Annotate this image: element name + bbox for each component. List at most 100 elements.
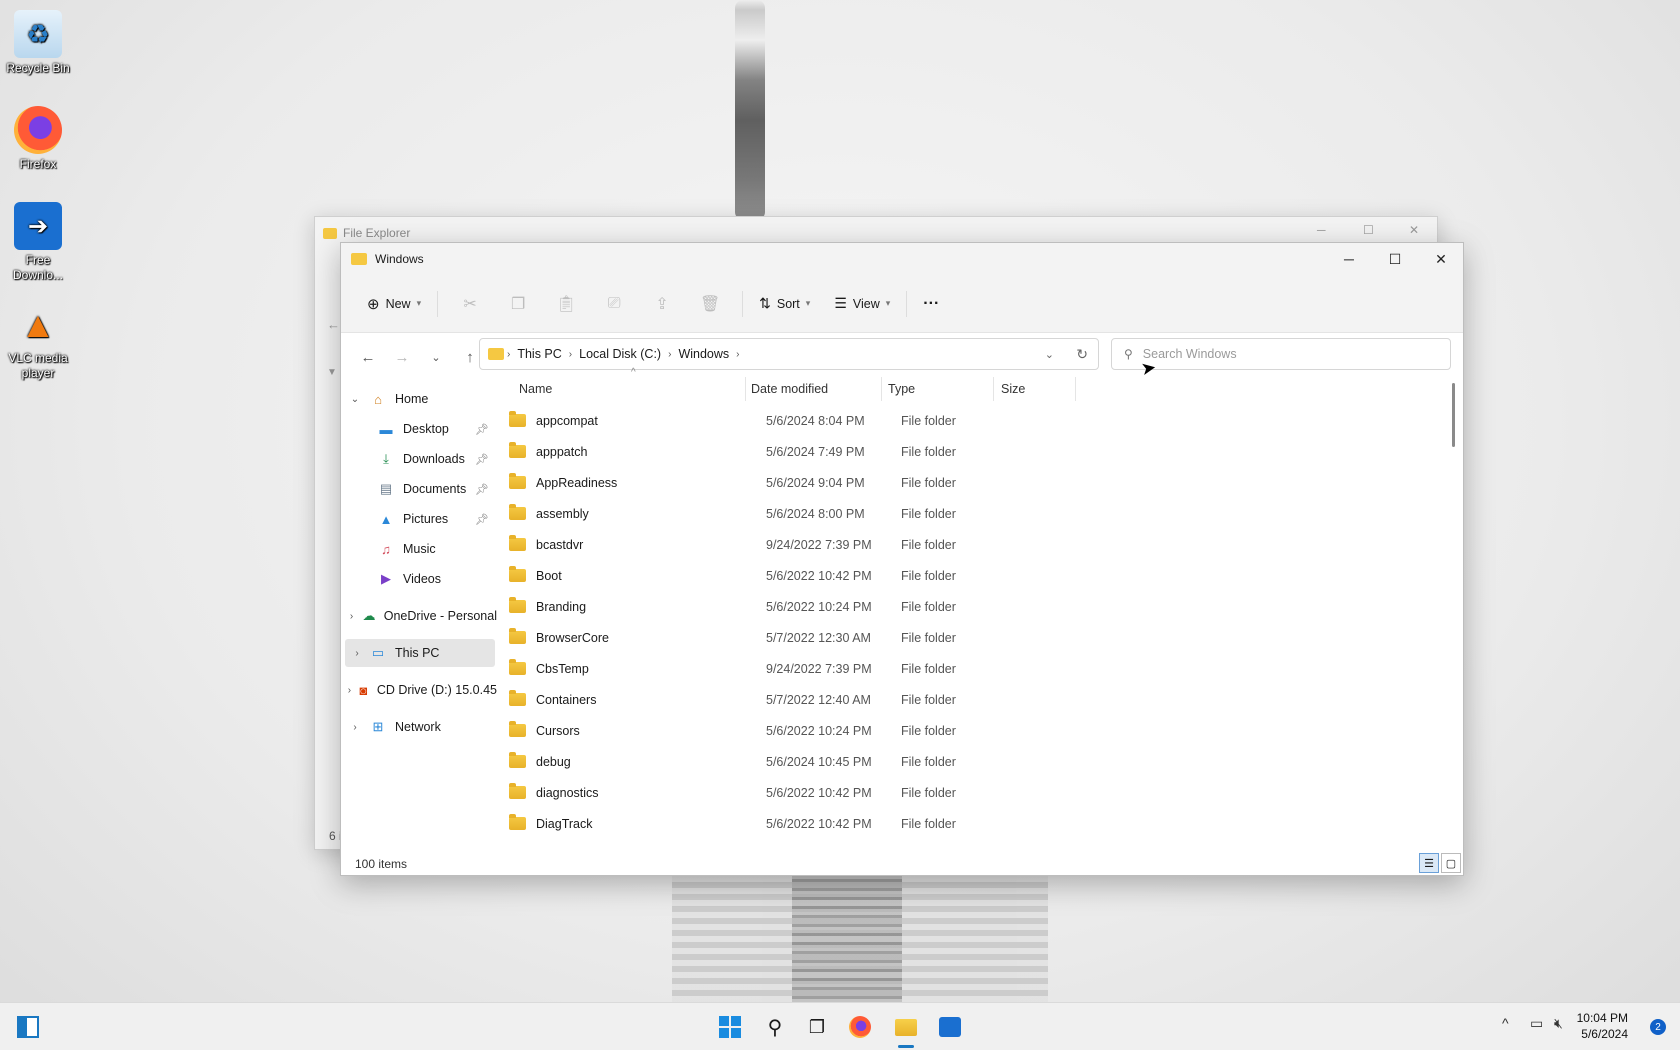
search-button[interactable]: ⚲ xyxy=(761,1013,789,1041)
widgets-icon xyxy=(17,1016,39,1038)
column-divider[interactable] xyxy=(1075,377,1076,401)
taskbar-firefox[interactable] xyxy=(846,1013,874,1041)
minimize-button[interactable]: ─ xyxy=(1326,243,1372,275)
file-row[interactable]: AppReadiness 5/6/2024 9:04 PM File folder xyxy=(501,467,1061,498)
desktop-icon-vlc[interactable]: ▲ VLC media player xyxy=(4,300,72,381)
file-date-modified: 5/6/2024 7:49 PM xyxy=(766,444,865,459)
file-row[interactable]: assembly 5/6/2024 8:00 PM File folder xyxy=(501,498,1061,529)
search-box[interactable]: ⚲ xyxy=(1111,338,1451,370)
view-button[interactable]: ☰ View ▾ xyxy=(826,289,898,318)
file-row[interactable]: BrowserCore 5/7/2022 12:30 AM File folder xyxy=(501,622,1061,653)
videos-icon: ▶ xyxy=(381,571,391,586)
share-button[interactable]: ⇪ xyxy=(638,288,686,320)
file-row[interactable]: debug 5/6/2024 10:45 PM File folder xyxy=(501,746,1061,777)
network-icon: ⊞ xyxy=(372,719,384,734)
close-button[interactable]: ✕ xyxy=(1418,243,1464,275)
column-divider[interactable] xyxy=(993,377,994,401)
breadcrumb-windows[interactable]: Windows xyxy=(678,347,729,361)
start-button[interactable] xyxy=(716,1013,744,1041)
address-bar[interactable]: › This PC › Local Disk (C:) › Windows › … xyxy=(479,338,1099,370)
breadcrumb-local-disk[interactable]: Local Disk (C:) xyxy=(579,347,661,361)
chevron-right-icon[interactable]: › xyxy=(345,648,369,659)
navigation-pane: ⌄ ⌂ Home ▬ Desktop 📌︎ ⤓ Downloads 📌︎ ▤ D… xyxy=(341,385,497,847)
vertical-scrollbar[interactable] xyxy=(1452,383,1455,447)
back-button[interactable]: ← xyxy=(351,349,385,366)
rename-button[interactable]: ⎚ xyxy=(590,289,638,319)
status-item-count: 100 items xyxy=(355,857,408,871)
widgets-button[interactable] xyxy=(14,1013,42,1041)
file-row[interactable]: bcastdvr 9/24/2022 7:39 PM File folder xyxy=(501,529,1061,560)
background-close-button[interactable]: ✕ xyxy=(1409,223,1419,237)
sidebar-item-network[interactable]: › ⊞ Network xyxy=(341,713,497,741)
search-icon: ⚲ xyxy=(1124,347,1133,361)
chevron-right-icon[interactable]: › xyxy=(341,722,369,733)
chevron-down-icon[interactable]: ⌄ xyxy=(341,394,369,405)
sidebar-item-documents[interactable]: ▤ Documents 📌︎ xyxy=(341,475,497,503)
taskbar-file-explorer[interactable] xyxy=(892,1013,920,1041)
network-status-icon[interactable]: ▭ xyxy=(1530,1015,1543,1032)
sidebar-item-cd-drive[interactable]: › ◙ CD Drive (D:) 15.0.45 xyxy=(341,676,497,704)
file-row[interactable]: Boot 5/6/2022 10:42 PM File folder xyxy=(501,560,1061,591)
new-button[interactable]: ⊕ New ▾ xyxy=(359,289,429,319)
column-header-date[interactable]: Date modified xyxy=(751,373,828,405)
file-name: AppReadiness xyxy=(536,475,618,490)
forward-button[interactable]: → xyxy=(385,349,419,366)
column-header-type[interactable]: Type xyxy=(888,373,915,405)
sidebar-item-this-pc[interactable]: › ▭ This PC xyxy=(345,639,495,667)
task-view-button[interactable]: ❐ xyxy=(803,1013,831,1041)
column-header-name[interactable]: Name xyxy=(519,373,552,405)
delete-button[interactable]: 🗑︎ xyxy=(686,288,734,320)
sort-button[interactable]: ⇅ Sort ▾ xyxy=(751,289,818,318)
chevron-down-icon: ▾ xyxy=(885,298,891,308)
desktop-icon-firefox[interactable]: Firefox xyxy=(4,106,72,172)
this-pc-icon: ▭ xyxy=(371,645,385,660)
file-row[interactable]: DiagTrack 5/6/2022 10:42 PM File folder xyxy=(501,808,1061,839)
sidebar-item-desktop[interactable]: ▬ Desktop 📌︎ xyxy=(341,415,497,443)
paste-button[interactable]: 📋︎ xyxy=(542,288,590,320)
file-name: bcastdvr xyxy=(536,537,584,552)
file-row[interactable]: Branding 5/6/2022 10:24 PM File folder xyxy=(501,591,1061,622)
notification-badge[interactable]: 2 xyxy=(1650,1019,1666,1035)
desktop-icon-free-download-manager[interactable]: ➔ Free Downlo... xyxy=(4,202,72,283)
sidebar-item-pictures[interactable]: ▲ Pictures 📌︎ xyxy=(341,505,497,533)
sidebar-item-home[interactable]: ⌄ ⌂ Home xyxy=(341,385,497,413)
column-header-size[interactable]: Size xyxy=(1001,373,1025,405)
column-divider[interactable] xyxy=(745,377,746,401)
cut-button[interactable]: ✂ xyxy=(446,288,494,320)
explorer-window[interactable]: Windows ─ ☐ ✕ ⊕ New ▾ ✂ ❐ 📋︎ ⎚ ⇪ 🗑︎ ⇅ So… xyxy=(340,242,1464,876)
breadcrumb-this-pc[interactable]: This PC xyxy=(517,347,561,361)
chevron-right-icon[interactable]: › xyxy=(341,611,362,622)
file-row[interactable]: apppatch 5/6/2024 7:49 PM File folder xyxy=(501,436,1061,467)
see-more-button[interactable]: ··· xyxy=(915,289,947,319)
file-row[interactable]: appcompat 5/6/2024 8:04 PM File folder xyxy=(501,405,1061,436)
refresh-button[interactable]: ↻ xyxy=(1076,346,1088,363)
file-type: File folder xyxy=(901,413,956,428)
file-row[interactable]: diagnostics 5/6/2022 10:42 PM File folder xyxy=(501,777,1061,808)
sidebar-item-downloads[interactable]: ⤓ Downloads 📌︎ xyxy=(341,445,497,473)
task-view-icon: ❐ xyxy=(808,1016,826,1037)
file-row[interactable]: CbsTemp 9/24/2022 7:39 PM File folder xyxy=(501,653,1061,684)
desktop-icon-recycle-bin[interactable]: ♻ Recycle Bin xyxy=(4,10,72,76)
sidebar-item-onedrive[interactable]: › ☁ OneDrive - Personal xyxy=(341,602,497,630)
sidebar-item-videos[interactable]: ▶ Videos xyxy=(341,565,497,593)
chevron-right-icon[interactable]: › xyxy=(341,685,358,696)
volume-muted-icon[interactable]: 🔇︎ xyxy=(1554,1015,1563,1032)
sidebar-item-music[interactable]: ♫ Music xyxy=(341,535,497,563)
file-row[interactable]: Containers 5/7/2022 12:40 AM File folder xyxy=(501,684,1061,715)
window-titlebar[interactable]: Windows xyxy=(341,243,1463,275)
pin-icon: 📌︎ xyxy=(475,513,489,526)
column-divider[interactable] xyxy=(881,377,882,401)
file-row[interactable]: Cursors 5/6/2022 10:24 PM File folder xyxy=(501,715,1061,746)
address-history-dropdown[interactable]: ⌄ xyxy=(1045,348,1054,361)
show-hidden-icons-button[interactable]: ^ xyxy=(1502,1015,1509,1031)
copy-button[interactable]: ❐ xyxy=(494,288,542,320)
taskbar-microsoft-store[interactable] xyxy=(936,1013,964,1041)
tiles-view-button[interactable]: ▢ xyxy=(1441,853,1461,873)
search-input[interactable] xyxy=(1142,347,1423,361)
maximize-button[interactable]: ☐ xyxy=(1372,243,1418,275)
details-view-button[interactable]: ☰ xyxy=(1419,853,1439,873)
background-maximize-button[interactable]: ☐ xyxy=(1363,223,1374,237)
recent-locations-button[interactable]: ⌄ xyxy=(419,351,453,364)
background-minimize-button[interactable]: ─ xyxy=(1317,223,1326,237)
taskbar-clock[interactable]: 10:04 PM 5/6/2024 xyxy=(1577,1010,1628,1042)
